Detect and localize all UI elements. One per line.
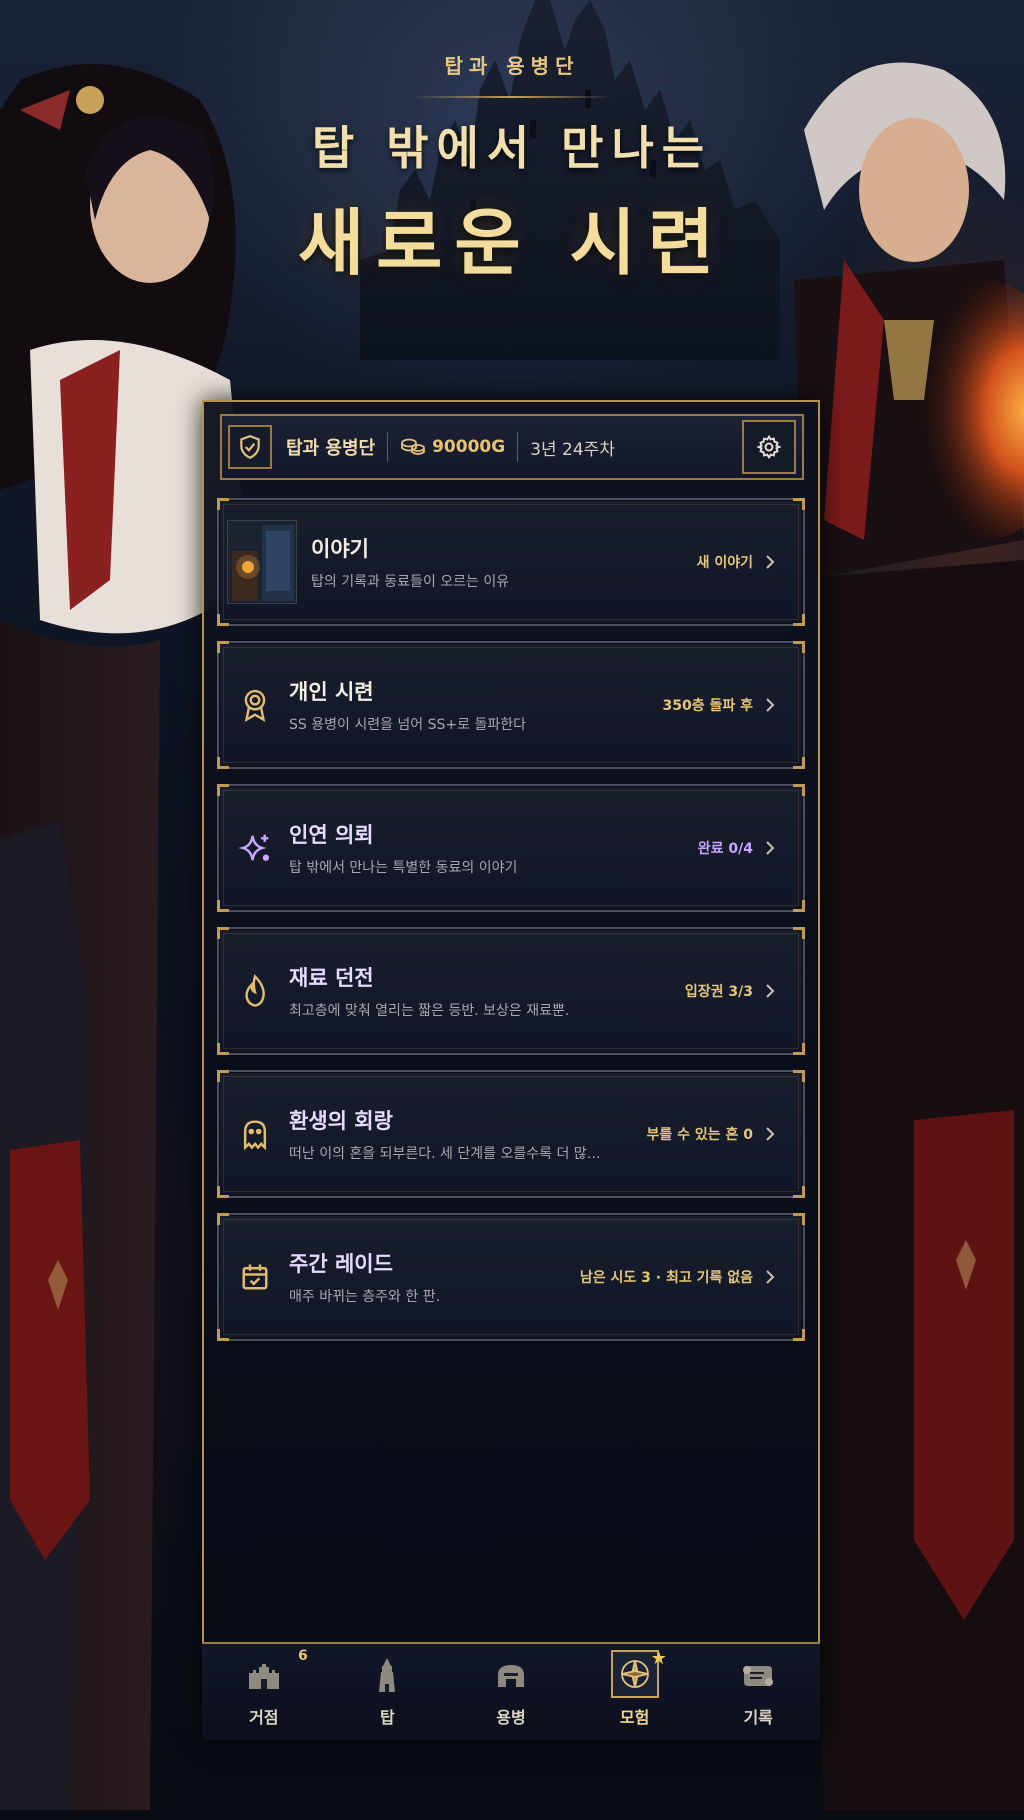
card-subtitle: 탑의 기록과 동료들이 오르는 이유: [311, 574, 510, 590]
card-corner: [793, 498, 805, 510]
helmet-icon: [489, 1654, 533, 1698]
season-week: 3년 24주차: [530, 439, 615, 460]
card-subtitle: 떠난 이의 혼을 되부른다. 세 단계를 오를수록 더 많…: [289, 1146, 601, 1162]
card-status: 부를 수 있는 혼 0: [646, 1127, 753, 1143]
card-corner: [217, 641, 229, 653]
sparkle-icon: [235, 828, 275, 868]
story-thumbnail: [227, 520, 297, 604]
settings-button[interactable]: [742, 420, 796, 474]
brand-divider: [412, 96, 612, 98]
menu-card-rebirth-corridor[interactable]: 환생의 회랑 떠난 이의 혼을 되부른다. 세 단계를 오를수록 더 많… 부를…: [217, 1070, 805, 1198]
card-title: 이야기: [311, 537, 369, 561]
nav-label: 기록: [743, 1708, 773, 1727]
card-corner: [793, 1070, 805, 1082]
card-status: 350층 돌파 후: [662, 698, 754, 714]
card-title: 환생의 회랑: [289, 1109, 393, 1133]
ghost-icon: [235, 1114, 275, 1154]
card-corner: [793, 757, 805, 769]
card-title: 개인 시련: [289, 680, 374, 704]
card-corner: [793, 1186, 805, 1198]
card-corner: [217, 927, 229, 939]
nav-label: 모험: [619, 1708, 650, 1727]
card-corner: [217, 498, 229, 510]
card-text: 주간 레이드 매주 바뀌는 층주와 한 판.: [289, 1248, 580, 1306]
card-corner: [793, 1329, 805, 1341]
nav-tab-tower[interactable]: 탑: [326, 1644, 450, 1740]
headline-line-2: 새로운 시련: [297, 200, 727, 285]
headline-line-1: 탑 밖에서 만나는: [311, 121, 713, 175]
card-corner: [217, 784, 229, 796]
scroll-icon: [736, 1654, 780, 1698]
bottom-navigation: 6 거점 탑 용병 ★ 모험 기록: [202, 1642, 820, 1740]
card-corner: [217, 757, 229, 769]
topbar-divider: [517, 432, 519, 462]
tower-icon: [365, 1654, 409, 1698]
nav-label: 거점: [249, 1708, 279, 1727]
card-corner: [217, 1213, 229, 1225]
card-corner: [793, 1043, 805, 1055]
menu-card-weekly-raid[interactable]: 주간 레이드 매주 바뀌는 층주와 한 판. 남은 시도 3 · 최고 기록 없…: [217, 1213, 805, 1341]
card-subtitle: 최고층에 맞춰 열리는 짧은 등반. 보상은 재료뿐.: [289, 1003, 570, 1019]
card-corner: [793, 927, 805, 939]
menu-card-material-dungeon[interactable]: 재료 던전 최고층에 맞춰 열리는 짧은 등반. 보상은 재료뿐. 입장권 3/…: [217, 927, 805, 1055]
card-title: 주간 레이드: [289, 1252, 393, 1276]
chevron-right-icon: [766, 698, 775, 712]
card-text: 환생의 회랑 떠난 이의 혼을 되부른다. 세 단계를 오를수록 더 많…: [289, 1105, 646, 1163]
chevron-right-icon: [766, 555, 775, 569]
chevron-right-icon: [766, 1127, 775, 1141]
menu-card-story[interactable]: 이야기 탑의 기록과 동료들이 오르는 이유 새 이야기: [217, 498, 805, 626]
nav-label: 용병: [496, 1708, 526, 1727]
guild-emblem-button[interactable]: [228, 425, 272, 469]
chevron-right-icon: [766, 984, 775, 998]
shield-check-icon: [240, 435, 260, 460]
card-text: 재료 던전 최고층에 맞춰 열리는 짧은 등반. 보상은 재료뿐.: [289, 962, 685, 1020]
card-corner: [793, 1213, 805, 1225]
card-status: 완료 0/4: [697, 841, 753, 857]
top-status-bar: 탑과 용병단 90000G 3년 24주차: [220, 414, 804, 480]
card-corner: [217, 1329, 229, 1341]
card-corner: [793, 900, 805, 912]
card-corner: [793, 641, 805, 653]
card-status: 입장권 3/3: [684, 984, 753, 1000]
notification-count-badge: 6: [298, 1648, 308, 1664]
card-corner: [793, 784, 805, 796]
menu-card-personal-trial[interactable]: 개인 시련 SS 용병이 시련을 넘어 SS+로 돌파한다 350층 돌파 후: [217, 641, 805, 769]
card-subtitle: 매주 바뀌는 층주와 한 판.: [289, 1289, 441, 1305]
card-status: 남은 시도 3 · 최고 기록 없음: [579, 1270, 753, 1286]
castle-icon: [242, 1654, 286, 1698]
card-corner: [217, 1070, 229, 1082]
gold-display: 90000G: [400, 437, 505, 457]
card-status: 새 이야기: [696, 555, 753, 571]
star-icon: ★: [650, 1648, 667, 1669]
flame-icon: [235, 971, 275, 1011]
brand-subtitle: 탑과 용병단: [444, 54, 580, 78]
nav-tab-mercenary[interactable]: 용병: [449, 1644, 573, 1740]
chevron-right-icon: [766, 1270, 775, 1284]
menu-card-bond-request[interactable]: 인연 의뢰 탑 밖에서 만나는 특별한 동료의 이야기 완료 0/4: [217, 784, 805, 912]
card-corner: [217, 900, 229, 912]
card-title: 인연 의뢰: [289, 823, 374, 847]
nav-tab-adventure[interactable]: ★ 모험: [573, 1644, 697, 1740]
nav-tab-record[interactable]: 기록: [696, 1644, 820, 1740]
card-corner: [217, 1043, 229, 1055]
card-text: 개인 시련 SS 용병이 시련을 넘어 SS+로 돌파한다: [289, 676, 663, 734]
topbar-divider: [387, 432, 389, 462]
nav-tab-base[interactable]: 6 거점: [202, 1644, 326, 1740]
card-text: 이야기 탑의 기록과 동료들이 오르는 이유: [311, 533, 697, 591]
gear-icon: [756, 434, 782, 460]
card-title: 재료 던전: [289, 966, 374, 990]
guild-name: 탑과 용병단: [286, 438, 376, 459]
card-corner: [217, 1186, 229, 1198]
gold-amount: 90000G: [432, 437, 506, 457]
coin-stack-icon: [401, 438, 425, 455]
nav-label: 탑: [380, 1708, 395, 1727]
medal-icon: [235, 685, 275, 725]
calendar-check-icon: [235, 1257, 275, 1297]
chevron-right-icon: [766, 841, 775, 855]
card-subtitle: 탑 밖에서 만나는 특별한 동료의 이야기: [289, 860, 518, 876]
card-subtitle: SS 용병이 시련을 넘어 SS+로 돌파한다: [289, 717, 526, 733]
card-corner: [217, 614, 229, 626]
card-corner: [793, 614, 805, 626]
card-text: 인연 의뢰 탑 밖에서 만나는 특별한 동료의 이야기: [289, 819, 698, 877]
